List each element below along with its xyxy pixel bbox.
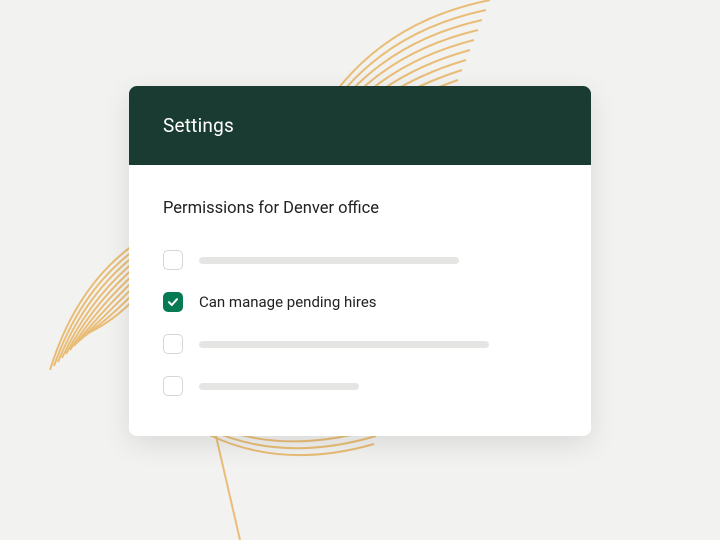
card-header: Settings: [129, 86, 591, 165]
permission-row: [163, 334, 557, 354]
card-header-title: Settings: [163, 114, 234, 137]
checkmark-icon: [167, 296, 179, 308]
permission-checkbox[interactable]: [163, 376, 183, 396]
permission-row: [163, 250, 557, 270]
permission-label: Can manage pending hires: [199, 293, 377, 311]
section-title: Permissions for Denver office: [163, 199, 557, 218]
settings-card: Settings Permissions for Denver office C…: [129, 86, 591, 436]
permission-placeholder: [199, 341, 489, 348]
card-body: Permissions for Denver office Can manage…: [129, 165, 591, 436]
permission-placeholder: [199, 257, 459, 264]
permission-row: Can manage pending hires: [163, 292, 557, 312]
permission-checkbox[interactable]: [163, 292, 183, 312]
permission-checkbox[interactable]: [163, 334, 183, 354]
permission-placeholder: [199, 383, 359, 390]
permission-checkbox[interactable]: [163, 250, 183, 270]
permission-row: [163, 376, 557, 396]
